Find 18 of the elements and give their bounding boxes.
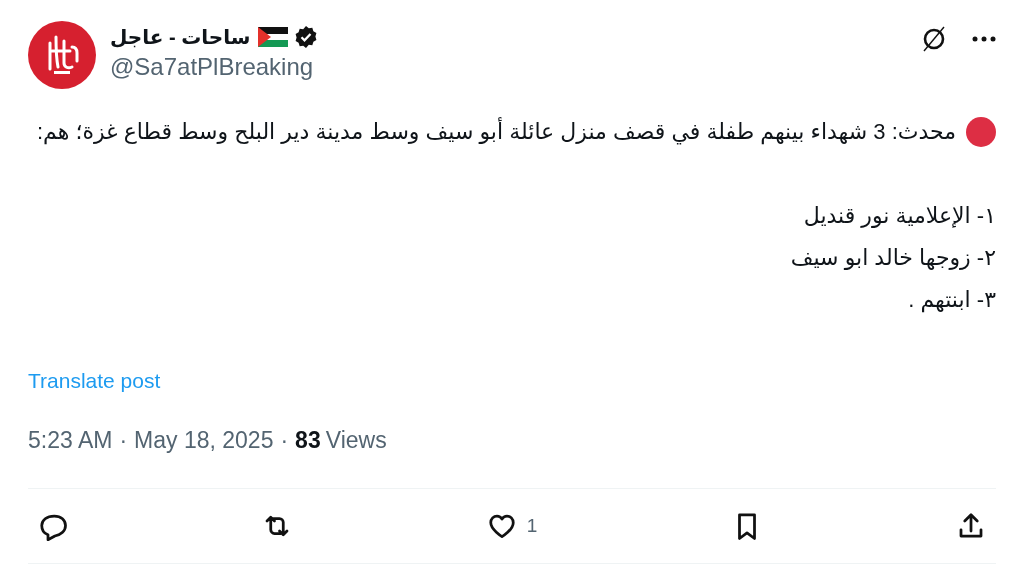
author-name[interactable]: ساحات - عاجل	[110, 25, 251, 49]
post-date[interactable]: May 18, 2025	[134, 427, 274, 454]
separator-dot: ·	[119, 427, 128, 454]
post-time[interactable]: 5:23 AM	[28, 427, 113, 454]
views-label: Views	[325, 427, 387, 454]
post-list-item: ٢- زوجها خالد ابو سيف	[789, 244, 996, 272]
post-list-item: ١- الإعلامية نور قنديل	[802, 202, 996, 230]
post-list-item: ٣- ابنتهم .	[907, 286, 996, 315]
flag-icon	[258, 27, 289, 47]
like-count: 1	[526, 515, 538, 537]
separator-dot: ·	[280, 427, 289, 454]
bullet-dot-icon	[966, 117, 996, 147]
translate-link[interactable]: Translate post	[28, 369, 996, 393]
post-text: محدث: 3 شهداء بينهم طفلة في قصف منزل عائلة أبو سيف وسط مدينة دير البلح وسط قطاع غزة؛ هم:	[36, 116, 956, 147]
author-handle[interactable]: @Sa7atPlBreaking	[110, 53, 906, 81]
views-count: 83	[295, 427, 321, 454]
avatar-logo[interactable]	[28, 21, 96, 89]
more-options-icon[interactable]	[972, 36, 996, 42]
